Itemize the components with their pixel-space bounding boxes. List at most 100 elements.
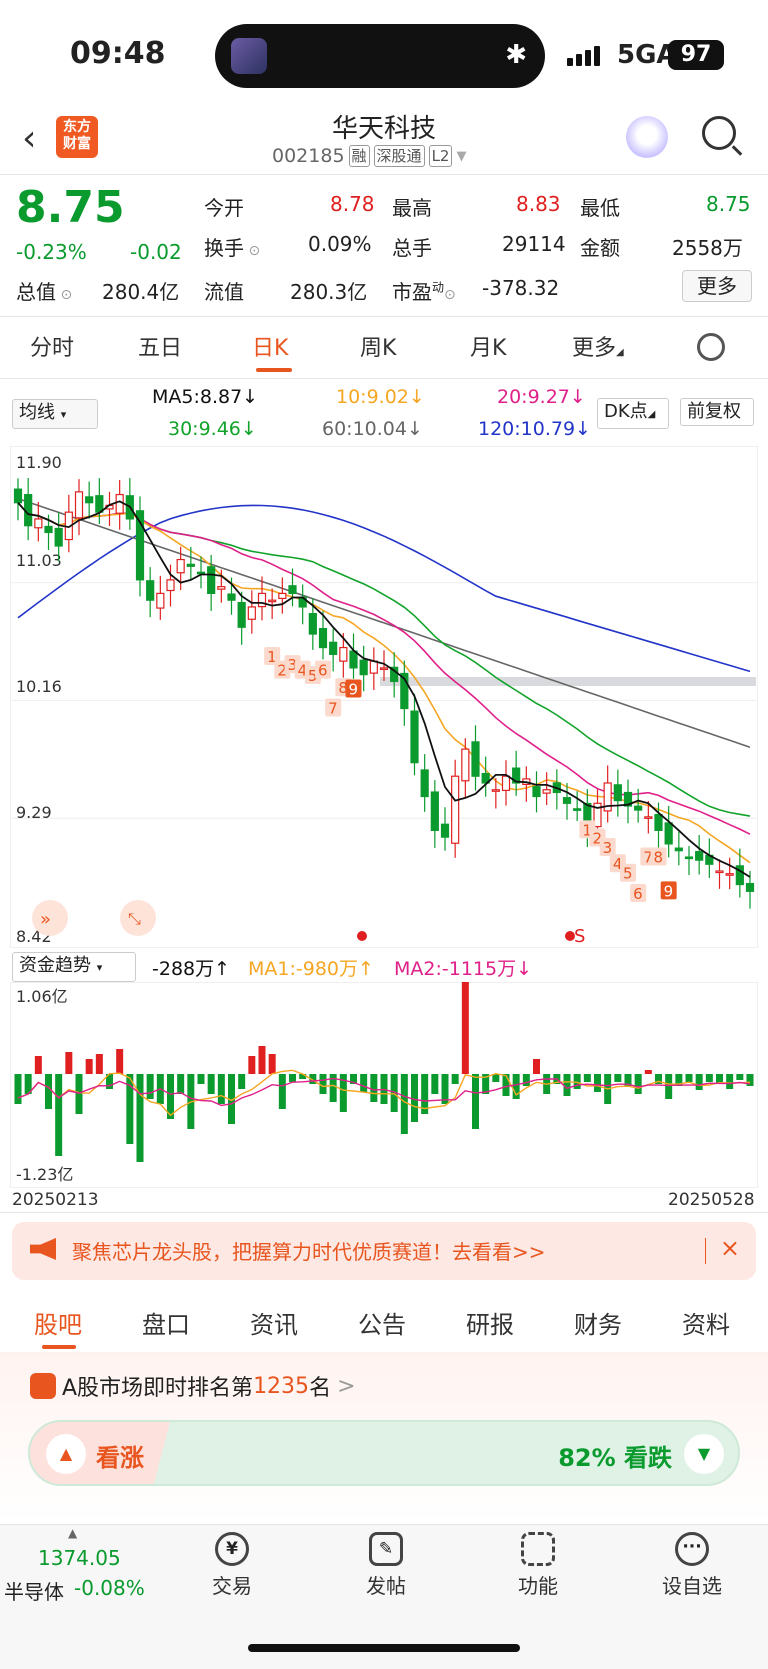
indicator-select[interactable]: 均线 ▾ (12, 399, 98, 429)
tab-research[interactable]: 研报 (466, 1305, 514, 1340)
tab-profile[interactable]: 资料 (682, 1305, 730, 1340)
promo-banner[interactable]: 聚焦芯片龙头股，把握算力时代优质赛道！去看看>> × (12, 1222, 756, 1280)
flow-bar (146, 1074, 154, 1099)
kline-chart[interactable]: 11.90 11.03 10.16 9.29 8.42 12 3 4 5 678 91 23… (10, 446, 758, 948)
functions-button[interactable]: 功能 (498, 1532, 578, 1599)
flow-bar (665, 1074, 673, 1099)
tab-pankou[interactable]: 盘口 (142, 1305, 190, 1340)
bullish-arrow-icon[interactable]: ▲ (46, 1434, 86, 1474)
tab-news[interactable]: 资讯 (250, 1305, 298, 1340)
bearish-arrow-icon[interactable]: ▼ (684, 1434, 724, 1474)
seq-marker-label: 9 (349, 681, 359, 699)
flow-bar (533, 1059, 540, 1074)
add-watchlist-button[interactable]: ··· 设自选 (652, 1532, 732, 1599)
sector-index-change[interactable]: -0.08% (74, 1576, 145, 1600)
open-value: 8.78 (330, 192, 375, 216)
flow-bar (502, 1074, 510, 1096)
trade-button[interactable]: ¥ 交易 (192, 1532, 272, 1599)
expand-arrows-icon: ⤡ (128, 909, 141, 928)
flow-value: -288万↑ (152, 958, 231, 980)
tab-finance[interactable]: 财务 (574, 1305, 622, 1340)
flow-bar (705, 1074, 713, 1082)
tab-more[interactable]: 更多◢ (572, 330, 624, 362)
flow-bar (594, 1074, 601, 1092)
tab-announcements[interactable]: 公告 (358, 1305, 406, 1340)
flow-bar (14, 1074, 22, 1104)
candle-body (725, 873, 734, 876)
fund-flow-chart[interactable]: 1.06亿 -1.23亿 (10, 982, 758, 1188)
sentiment-vote-bar: ▲ 看涨 82% 看跌 ▼ (28, 1420, 740, 1486)
ma20-value: 20:9.27↓ (497, 386, 586, 408)
promo-text[interactable]: 聚焦芯片龙头股，把握算力时代优质赛道！去看看>> (72, 1236, 546, 1265)
candle-body (329, 641, 338, 655)
tab-five-day[interactable]: 五日 (138, 330, 182, 362)
flow-ma2: MA2:-1115万↓ (394, 958, 533, 980)
flow-bar (177, 1074, 185, 1094)
tab-guba[interactable]: 股吧 (34, 1305, 82, 1340)
search-icon[interactable] (702, 116, 736, 150)
candle-body (410, 710, 419, 764)
ma60-value: 60:10.04↓ (322, 418, 423, 440)
candle-body (684, 856, 694, 860)
seq-marker-label: 9 (664, 882, 674, 900)
divider (705, 1238, 706, 1264)
battery-indicator: 97 (668, 40, 724, 70)
seq-marker-label: 3 (603, 839, 613, 857)
more-quote-button[interactable]: 更多 (682, 270, 752, 302)
flow-bar (736, 1074, 744, 1080)
bearish-label[interactable]: 82% 看跌 (558, 1438, 672, 1473)
settings-gear-icon[interactable] (697, 333, 725, 361)
candle-body (695, 851, 704, 861)
assistant-robot-icon[interactable] (626, 116, 668, 158)
flow-bar (116, 1049, 124, 1074)
flow-indicator-select[interactable]: 资金趋势 ▾ (12, 952, 136, 982)
functions-label: 功能 (518, 1574, 558, 1598)
flow-bar (400, 1074, 408, 1134)
tab-monthly-k[interactable]: 月K (470, 330, 506, 362)
mktcap-value: 280.4亿 (102, 280, 180, 304)
candle-body (664, 822, 673, 845)
candle-body (85, 496, 94, 504)
chevron-right-icon: > (337, 1373, 356, 1399)
chevron-down-icon[interactable]: ▼ (456, 149, 466, 164)
candle-body (359, 659, 368, 676)
flow-bar (563, 1074, 571, 1096)
market-rank[interactable]: A股市场即时排名第 1235 名 > (30, 1370, 356, 1402)
divider (0, 1212, 768, 1213)
dynamic-island: ✱ (215, 24, 545, 88)
tag-margin: 融 (348, 145, 370, 167)
active-tab-indicator (42, 1345, 76, 1349)
y-label-3: 10.16 (16, 677, 62, 696)
candle-body (420, 769, 429, 798)
ma30-value: 30:9.46↓ (168, 418, 257, 440)
period-tabs: 分时 五日 日K 周K 月K 更多◢ (0, 320, 768, 380)
candle-body (644, 816, 653, 819)
close-icon[interactable]: × (720, 1234, 740, 1262)
grid-icon (521, 1532, 555, 1566)
tab-intraday[interactable]: 分时 (30, 330, 74, 362)
y-label-4: 9.29 (16, 803, 52, 822)
volume-value: 29114 (502, 232, 566, 256)
tab-daily-k[interactable]: 日K (252, 330, 288, 362)
bullish-button[interactable]: 看涨 (96, 1438, 144, 1473)
candle-body (542, 789, 551, 794)
candle-body (186, 563, 195, 567)
post-button[interactable]: ✎ 发帖 (346, 1532, 426, 1599)
flow-bar (258, 1046, 266, 1074)
seq-marker-label: 5 (623, 865, 633, 883)
candle-body (288, 585, 297, 595)
candle-body (176, 558, 185, 574)
flow-bar (136, 1074, 144, 1162)
dk-point-button[interactable]: DK点◢ (597, 398, 669, 429)
turnover-label: 换手 ⊙ (204, 236, 261, 260)
candle-body (44, 525, 53, 534)
trade-label: 交易 (212, 1574, 252, 1598)
stock-code-line: 002185 融 深股通 L2 ▼ (272, 145, 466, 167)
sector-index-name[interactable]: 半导体 (4, 1576, 64, 1605)
sector-index-value[interactable]: 1374.05 (38, 1546, 121, 1570)
candle-body (573, 808, 582, 811)
adjust-button[interactable]: 前复权 (680, 398, 754, 426)
pe-label: 市盈动⊙ (392, 280, 456, 304)
tab-weekly-k[interactable]: 周K (360, 330, 396, 362)
candle-body (166, 579, 175, 592)
